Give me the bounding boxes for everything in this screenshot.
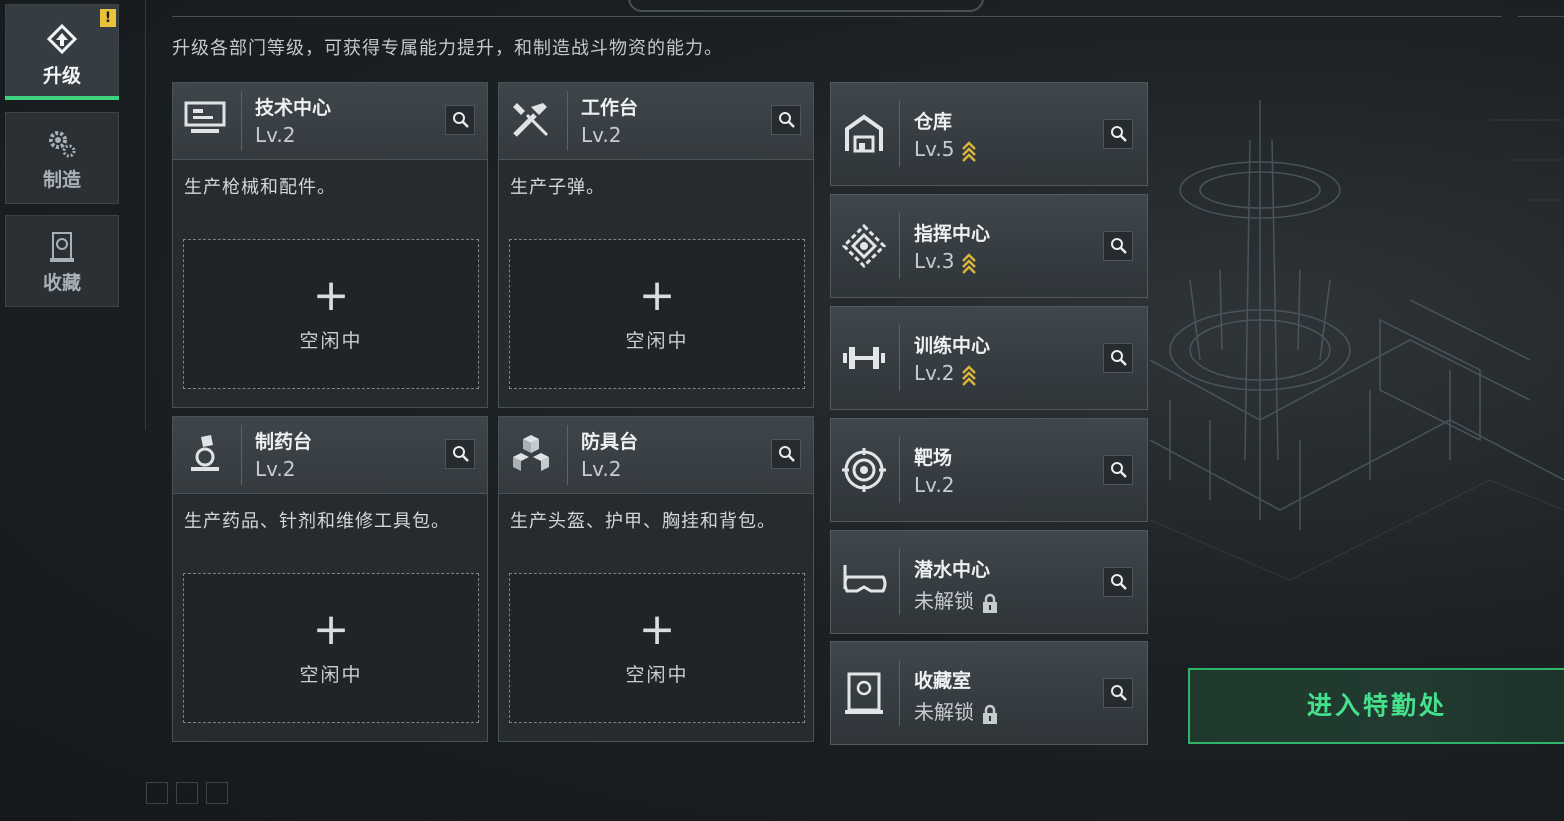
dumbbell-icon — [841, 335, 887, 381]
add-icon: + — [312, 604, 350, 655]
add-icon: + — [312, 270, 350, 321]
production-slot[interactable]: + 空闲中 — [509, 239, 805, 389]
search-button[interactable] — [445, 439, 475, 469]
search-button[interactable] — [771, 105, 801, 135]
card-workbench[interactable]: 工作台 Lv.2 生产子弹。 + 空闲中 — [498, 82, 814, 408]
armor-cubes-icon — [509, 431, 553, 475]
facility-title: 指挥中心 — [914, 223, 991, 245]
card-level: Lv.2 — [581, 123, 622, 147]
card-command-center[interactable]: 指挥中心 Lv.3 — [830, 194, 1148, 298]
page-subtitle: 升级各部门等级，可获得专属能力提升，和制造战斗物资的能力。 — [172, 38, 723, 59]
warehouse-icon — [841, 111, 887, 157]
search-icon — [453, 112, 469, 128]
target-icon — [841, 447, 887, 493]
card-training-center[interactable]: 训练中心 Lv.2 — [830, 306, 1148, 410]
card-title: 制药台 — [255, 431, 313, 453]
facility-level: Lv.5 — [914, 137, 955, 161]
lock-icon — [983, 593, 997, 613]
monitor-icon — [183, 97, 227, 141]
production-slot[interactable]: + 空闲中 — [183, 239, 479, 389]
facility-title: 收藏室 — [914, 670, 972, 692]
sidebar-divider — [145, 0, 146, 430]
enter-special-ops-button[interactable]: 进入特勤处 — [1188, 668, 1564, 744]
base-blueprint-illustration — [1150, 100, 1564, 581]
showcase-icon — [841, 670, 887, 716]
tab-collection[interactable]: 收藏 — [5, 215, 119, 307]
search-icon — [1111, 350, 1127, 366]
card-collection-room[interactable]: 收藏室 未解锁 — [830, 641, 1148, 745]
command-icon — [841, 223, 887, 269]
facility-status: 未解锁 — [914, 589, 974, 613]
card-warehouse[interactable]: 仓库 Lv.5 — [830, 82, 1148, 186]
top-divider-right — [1518, 16, 1564, 17]
tab-upgrade[interactable]: ! 升级 — [5, 4, 119, 100]
card-title: 防具台 — [581, 431, 639, 453]
facility-status: 未解锁 — [914, 700, 974, 724]
search-button[interactable] — [1103, 343, 1133, 373]
card-description: 生产子弹。 — [510, 177, 605, 198]
tab-manufacture-label: 制造 — [42, 169, 81, 191]
upgrade-icon — [45, 23, 79, 57]
search-button[interactable] — [1103, 119, 1133, 149]
tools-icon — [509, 97, 553, 141]
card-level: Lv.2 — [255, 123, 296, 147]
search-icon — [1111, 574, 1127, 590]
slot-status: 空闲中 — [625, 664, 689, 686]
upgrade-arrow-icon — [961, 364, 976, 386]
card-pharmacy[interactable]: 制药台 Lv.2 生产药品、针剂和维修工具包。 + 空闲中 — [172, 416, 488, 742]
card-level: Lv.2 — [255, 457, 296, 481]
search-button[interactable] — [771, 439, 801, 469]
card-description: 生产头盔、护甲、胸挂和背包。 — [510, 511, 776, 532]
facility-title: 潜水中心 — [914, 559, 991, 581]
card-tech-center[interactable]: 技术中心 Lv.2 生产枪械和配件。 + 空闲中 — [172, 82, 488, 408]
search-icon — [1111, 238, 1127, 254]
card-title: 工作台 — [581, 97, 639, 119]
lock-icon — [983, 704, 997, 724]
facility-level: Lv.3 — [914, 249, 955, 273]
microscope-icon — [183, 431, 227, 475]
tab-manufacture[interactable]: 制造 — [5, 112, 119, 204]
tab-upgrade-label: 升级 — [42, 65, 81, 87]
trophy-icon — [45, 230, 79, 264]
slot-status: 空闲中 — [625, 330, 689, 352]
top-divider — [172, 16, 1502, 17]
search-icon — [1111, 126, 1127, 142]
search-icon — [1111, 685, 1127, 701]
slot-status: 空闲中 — [299, 664, 363, 686]
search-button[interactable] — [1103, 231, 1133, 261]
upgrade-arrow-icon — [961, 140, 976, 162]
top-tab-frame — [628, 0, 984, 12]
facility-title: 仓库 — [914, 111, 953, 133]
add-icon: + — [638, 604, 676, 655]
gears-icon — [45, 127, 79, 161]
card-title: 技术中心 — [255, 97, 332, 119]
card-level: Lv.2 — [581, 457, 622, 481]
card-armor-bench[interactable]: 防具台 Lv.2 生产头盔、护甲、胸挂和背包。 + 空闲中 — [498, 416, 814, 742]
tab-collection-label: 收藏 — [42, 272, 81, 294]
search-button[interactable] — [1103, 455, 1133, 485]
search-button[interactable] — [1103, 567, 1133, 597]
search-button[interactable] — [1103, 678, 1133, 708]
search-button[interactable] — [445, 105, 475, 135]
card-shooting-range[interactable]: 靶场 Lv.2 — [830, 418, 1148, 522]
facility-level: Lv.2 — [914, 361, 955, 385]
upgrade-arrow-icon — [961, 252, 976, 274]
production-slot[interactable]: + 空闲中 — [183, 573, 479, 723]
card-description: 生产枪械和配件。 — [184, 177, 336, 198]
search-icon — [453, 446, 469, 462]
search-icon — [1111, 462, 1127, 478]
warning-badge: ! — [100, 9, 116, 27]
search-icon — [779, 112, 795, 128]
production-slot[interactable]: + 空闲中 — [509, 573, 805, 723]
facility-level: Lv.2 — [914, 473, 955, 497]
card-description: 生产药品、针剂和维修工具包。 — [184, 511, 450, 532]
facility-title: 靶场 — [914, 447, 953, 469]
facility-title: 训练中心 — [914, 335, 991, 357]
slot-status: 空闲中 — [299, 330, 363, 352]
card-diving-center[interactable]: 潜水中心 未解锁 — [830, 530, 1148, 634]
diving-mask-icon — [841, 559, 887, 605]
bottom-decoration — [146, 782, 236, 808]
search-icon — [779, 446, 795, 462]
add-icon: + — [638, 270, 676, 321]
